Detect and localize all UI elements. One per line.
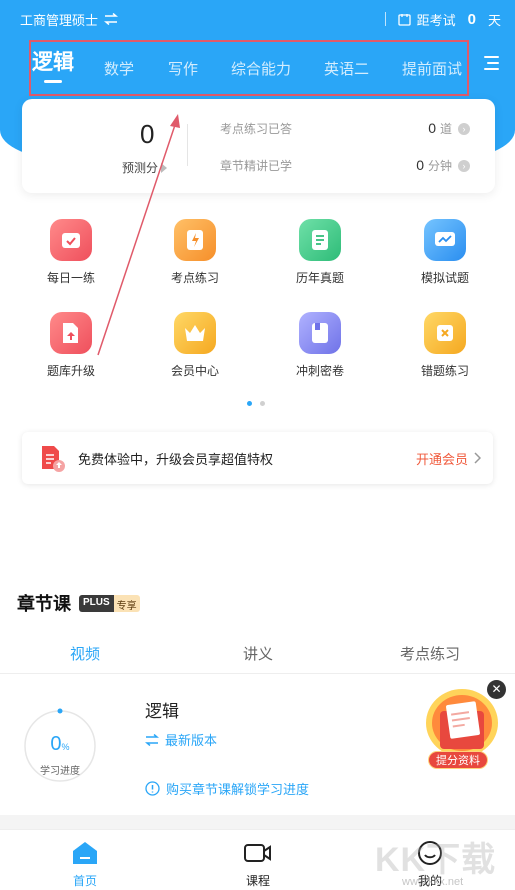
menu-icon[interactable] [483,56,499,70]
open-membership-button[interactable]: 开通会员 [416,449,481,468]
practice-value: 0 [428,120,436,136]
watermark-url: www.kkx.net [402,876,464,888]
grid-daily-practice[interactable]: 每日一练 [21,219,121,286]
chapter-unit: 分钟 [427,159,452,173]
plus-badge: PLUS 专享 [79,594,140,612]
tab-writing[interactable]: 写作 [168,58,198,79]
pager-dot [260,401,265,406]
stats-card: 0 预测分 考点练习已答 0 道 › 章节精讲已学 0 分钟 › [22,99,495,193]
lightning-doc-icon [174,219,216,261]
crown-icon [174,312,216,354]
chevron-right-icon [474,452,481,464]
tab-logic[interactable]: 逻辑 [32,46,74,83]
chart-screen-icon [424,219,466,261]
grid-sprint-papers[interactable]: 冲刺密卷 [270,312,370,379]
pager-dot-active [247,401,252,406]
tab-early-interview[interactable]: 提前面试 [402,58,462,79]
card-divider [187,124,188,166]
tab-video[interactable]: 视频 [70,643,100,664]
close-icon[interactable]: ✕ [487,680,506,699]
countdown-unit: 天 [487,12,501,28]
version-switch[interactable]: 最新版本 [145,730,217,749]
unlock-progress-link[interactable]: 购买章节课解锁学习进度 [145,779,309,798]
nav-home-label: 首页 [72,874,97,888]
major-name: 工商管理硕士 [20,12,99,28]
progress-value: 0% [50,733,70,755]
grid-wrong-questions[interactable]: 错题练习 [395,312,495,379]
grid-label: 题库升级 [46,364,95,378]
chapter-section-title: 章节课 [17,594,71,614]
tab-handout[interactable]: 讲义 [243,643,273,664]
countdown-prefix: 距考试 [416,12,456,28]
chevron-right-icon: › [458,159,470,172]
home-icon [71,840,99,866]
document-icon [299,219,341,261]
progress-label: 学习进度 [40,766,80,777]
grid-member-center[interactable]: 会员中心 [145,312,245,379]
course-title: 逻辑 [145,702,179,721]
video-camera-icon [244,840,272,866]
nav-home[interactable]: 首页 [55,840,115,889]
switch-icon [104,13,119,25]
tabs-divider [0,673,515,674]
banner-text: 免费体验中，升级会员享超值特权 [78,451,274,467]
chapter-section-header: 章节课 PLUS 专享 [17,590,140,616]
top-status-row: 工商管理硕士 距考试 0 天 [20,8,501,30]
predicted-score-label: 预测分 [122,161,159,175]
chevron-right-icon: › [458,122,470,135]
tab-comprehensive[interactable]: 综合能力 [231,58,291,79]
nav-courses-label: 课程 [245,874,270,888]
grid-label: 会员中心 [170,364,219,378]
cross-box-icon [424,312,466,354]
upgrade-doc-icon [50,312,92,354]
practice-unit: 道 [439,122,452,136]
grid-label: 冲刺密卷 [295,364,344,378]
predicted-score: 0 [140,119,155,149]
upgrade-doc-icon [42,446,65,472]
tab-point-practice[interactable]: 考点练习 [400,643,460,664]
active-tab-indicator [44,80,62,83]
grid-label: 每日一练 [46,271,95,285]
promo-label[interactable]: 提分资料 [428,751,488,769]
predicted-score-link[interactable]: 预测分 [122,159,168,176]
unlock-label: 购买章节课解锁学习进度 [166,782,310,797]
chapter-label: 章节精讲已学 [220,159,293,173]
plus-badge-right: 专享 [113,594,140,612]
tab-label: 逻辑 [32,51,74,74]
membership-banner[interactable]: 免费体验中，升级会员享超值特权 开通会员 [22,432,493,484]
countdown-days: 0 [467,10,476,28]
section-separator [0,815,515,829]
grid-label: 历年真题 [295,271,344,285]
subject-tabs: 逻辑 数学 写作 综合能力 英语二 提前面试 [30,44,500,88]
practice-label: 考点练习已答 [220,122,293,136]
status-divider [384,12,386,26]
grid-point-practice[interactable]: 考点练习 [145,219,245,286]
calendar-check-icon [50,219,92,261]
tab-english[interactable]: 英语二 [324,58,369,79]
grid-label: 考点练习 [170,271,219,285]
calendar-icon [397,13,411,26]
nav-courses[interactable]: 课程 [228,840,288,889]
info-icon [145,781,160,796]
chapter-stat-row[interactable]: 章节精讲已学 0 分钟 › [220,157,470,174]
open-membership-label: 开通会员 [415,451,468,467]
major-switcher[interactable]: 工商管理硕士 [20,10,119,29]
grid-past-exams[interactable]: 历年真题 [270,219,370,286]
grid-mock-tests[interactable]: 模拟试题 [395,219,495,286]
grid-label: 错题练习 [420,364,469,378]
grid-label: 模拟试题 [420,271,469,285]
version-label: 最新版本 [165,733,218,748]
chapter-value: 0 [416,157,424,173]
exam-countdown[interactable]: 距考试 0 天 [384,10,501,29]
plus-badge-left: PLUS [79,594,114,612]
tab-math[interactable]: 数学 [104,58,134,79]
watermark-text: KK下载 [375,841,497,879]
book-icon [299,312,341,354]
practice-stat-row[interactable]: 考点练习已答 0 道 › [220,120,470,137]
arrow-right-icon [161,162,168,173]
grid-bank-upgrade[interactable]: 题库升级 [21,312,121,379]
switch-icon [145,733,159,746]
pager-dots [247,401,265,406]
